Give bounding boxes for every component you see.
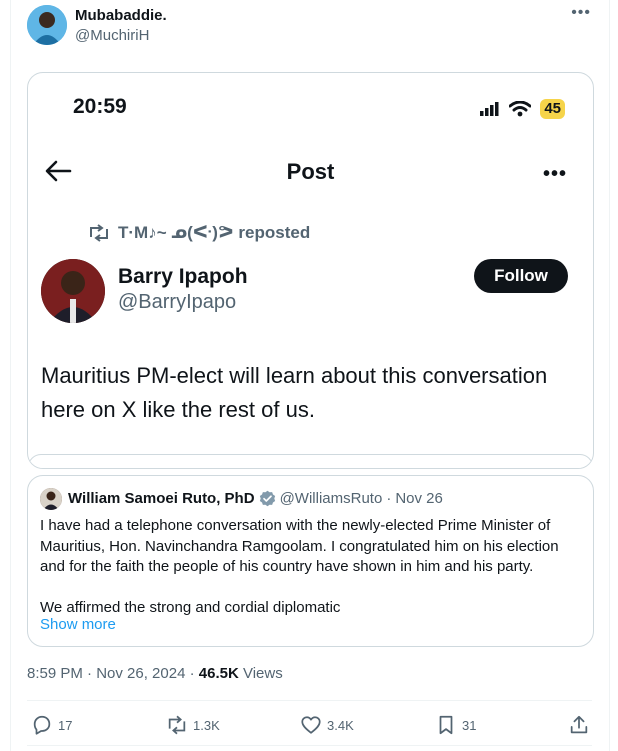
post-author-handle: @BarryIpapo [118, 291, 237, 313]
show-more-link[interactable]: Show more [40, 616, 116, 633]
quoted-date: Nov 26 [395, 490, 443, 507]
screenshot-more-icon: ••• [542, 163, 567, 185]
repost-text: T·M♪~ ᓄ(ᑅ)ᕗ reposted [118, 223, 311, 242]
bookmark-icon [439, 715, 453, 735]
author-handle[interactable]: @MuchiriH [75, 27, 149, 44]
screenshot-header-title: Post [286, 159, 335, 184]
like-count: 3.4K [327, 717, 354, 733]
author-display-name[interactable]: Mubabaddie. [75, 7, 167, 24]
quoted-header: William Samoei Ruto, PhD @WilliamsRuto ·… [68, 490, 443, 507]
bookmark-count: 31 [462, 717, 477, 733]
post-author-avatar [41, 259, 105, 323]
divider [27, 700, 592, 701]
author-avatar[interactable] [27, 5, 67, 45]
repost-indicator: T·M♪~ ᓄ(ᑅ)ᕗ reposted [88, 223, 310, 243]
like-button[interactable]: 3.4K [300, 714, 354, 736]
quoted-body: I have had a telephone conversation with… [40, 516, 580, 638]
reply-icon [33, 715, 51, 735]
reply-count: 17 [58, 717, 73, 733]
repost-icon [168, 715, 186, 735]
signal-icon [480, 102, 499, 116]
post-text: Mauritius PM-elect will learn about this… [41, 363, 548, 422]
quoted-paragraph: We affirmed the strong and cordial diplo… [40, 598, 341, 616]
heart-icon [301, 716, 321, 734]
reply-button[interactable]: 17 [31, 714, 72, 736]
more-options-icon[interactable]: ••• [571, 4, 591, 22]
repost-icon [90, 224, 108, 242]
bookmark-button[interactable]: 31 [435, 714, 476, 736]
repost-count: 1.3K [193, 717, 220, 733]
quoted-separator: · [386, 490, 392, 507]
action-bar: 17 1.3K 3.4K 31 [27, 714, 592, 738]
wifi-icon [509, 101, 532, 117]
share-icon [570, 715, 588, 734]
post-timestamp[interactable]: 8:59 PM · Nov 26, 2024 · [27, 665, 199, 682]
views-count: 46.5K [198, 665, 239, 682]
follow-button: Follow [474, 259, 568, 293]
cropped-card-edge [28, 454, 593, 468]
quoted-paragraph: I have had a telephone conversation with… [40, 517, 559, 575]
divider [27, 745, 592, 746]
share-button[interactable] [568, 714, 590, 736]
quoted-author-handle: @WilliamsRuto [279, 490, 383, 507]
verified-badge-icon [259, 490, 275, 507]
post-author-name: Barry Ipapoh [118, 265, 248, 288]
status-bar-icons: 45 [480, 99, 565, 119]
quoted-author-name: William Samoei Ruto, PhD [68, 490, 255, 507]
repost-button[interactable]: 1.3K [166, 714, 220, 736]
attached-screenshot[interactable]: 20:59 45 Post ••• T·M♪~ ᓄ(ᑅ)ᕗ reposted B… [27, 72, 594, 469]
quoted-author-avatar [40, 488, 62, 510]
quoted-tweet[interactable]: William Samoei Ruto, PhD @WilliamsRuto ·… [27, 475, 594, 647]
views-label: Views [238, 665, 283, 682]
status-bar-time: 20:59 [73, 95, 127, 118]
battery-indicator: 45 [540, 99, 565, 119]
post-meta: 8:59 PM · Nov 26, 2024 · 46.5K Views [27, 665, 283, 682]
